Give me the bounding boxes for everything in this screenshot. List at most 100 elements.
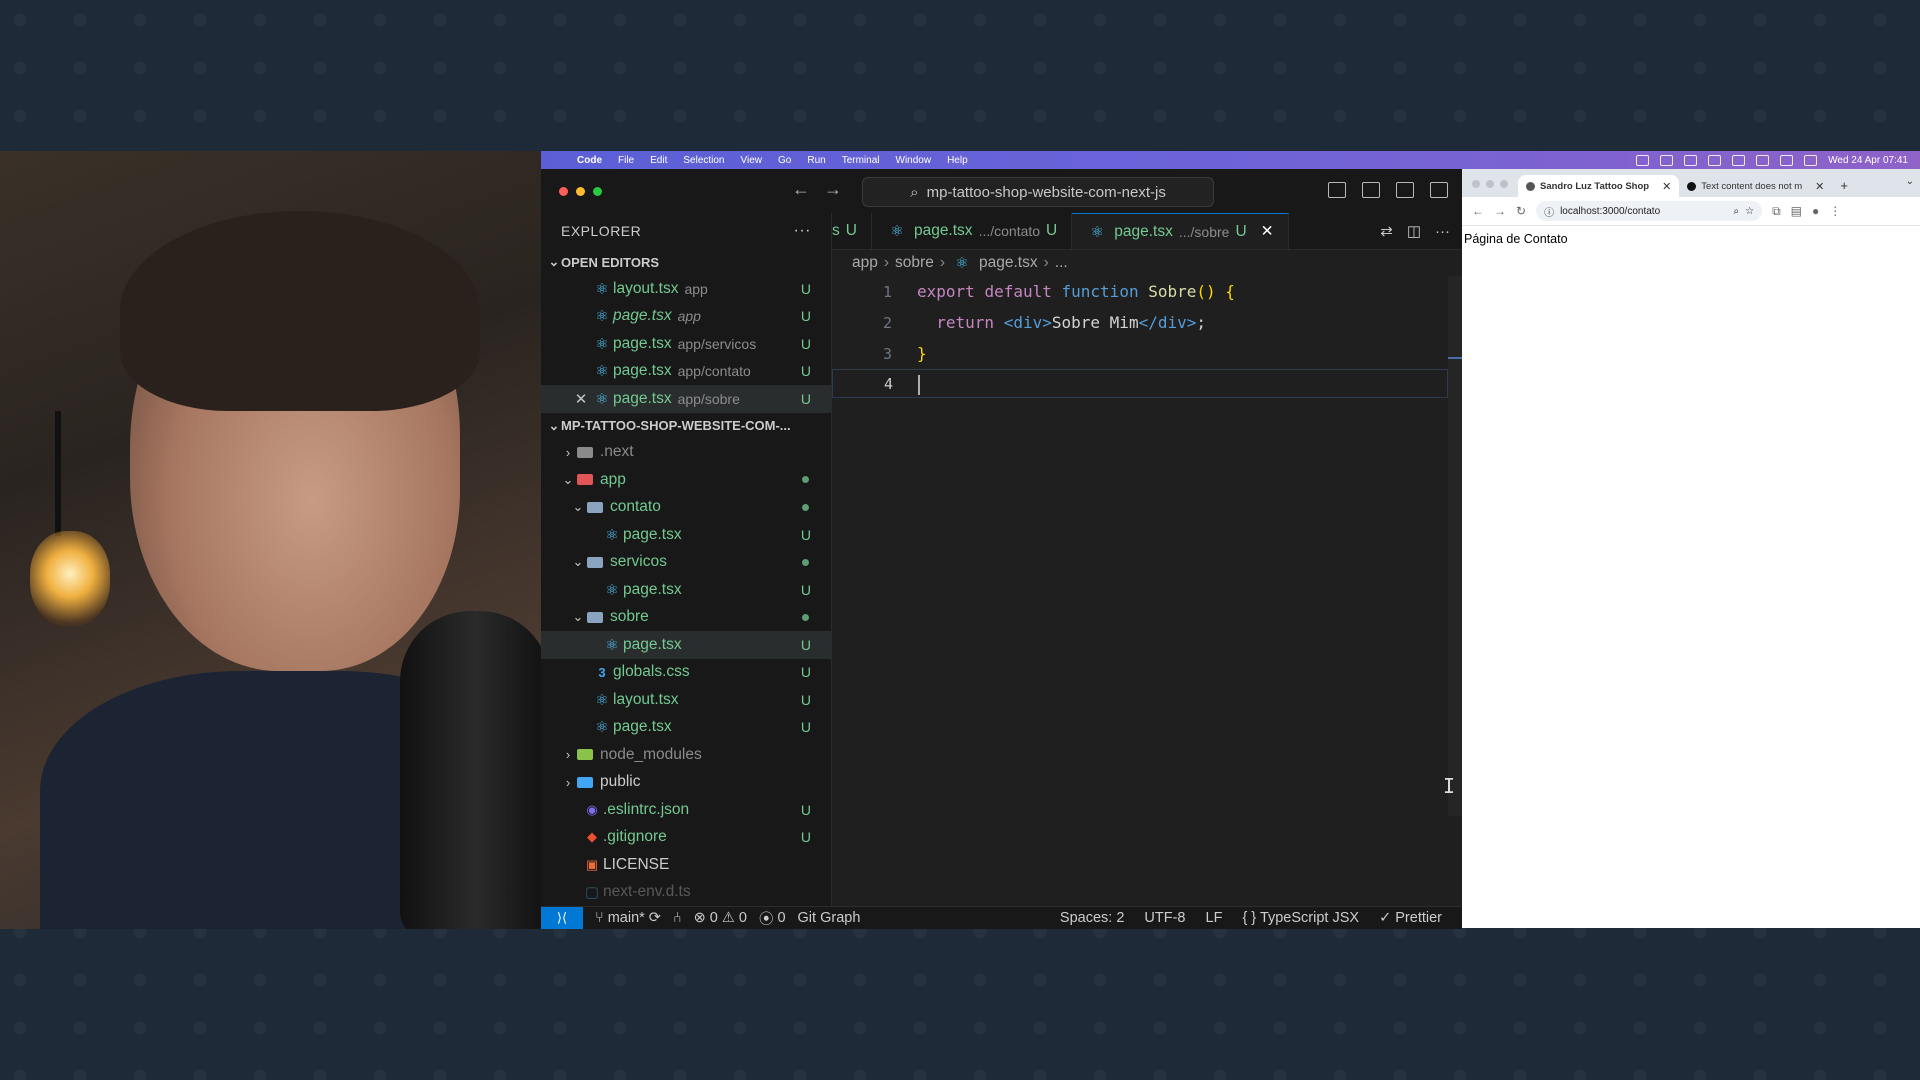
tree-file[interactable]: 3 globals.css U xyxy=(541,659,831,687)
eol-indicator[interactable]: LF xyxy=(1206,910,1223,926)
menu-file[interactable]: File xyxy=(618,155,634,166)
open-changes-icon[interactable]: ⇄ xyxy=(1380,222,1393,240)
status-icon[interactable] xyxy=(1660,154,1674,166)
tree-file-active[interactable]: ⚛ page.tsx U xyxy=(541,631,831,659)
sync-icon[interactable]: ⟳ xyxy=(649,910,661,926)
tree-file[interactable]: ⚛ layout.tsx U xyxy=(541,686,831,714)
status-icon[interactable] xyxy=(1708,154,1722,166)
code-line[interactable]: 1 export default function Sobre() { xyxy=(832,276,1462,307)
more-actions-icon[interactable]: ··· xyxy=(794,222,811,240)
open-editors-section[interactable]: ⌄ OPEN EDITORS xyxy=(541,249,831,275)
tree-file[interactable]: ▢ next-env.d.ts xyxy=(541,879,831,907)
menu-help[interactable]: Help xyxy=(947,155,968,166)
command-center[interactable]: ⌕ mp-tattoo-shop-website-com-next-js xyxy=(862,177,1214,207)
menu-terminal[interactable]: Terminal xyxy=(842,155,880,166)
tree-folder-contato[interactable]: ⌄ contato xyxy=(541,494,831,522)
menu-run[interactable]: Run xyxy=(807,155,825,166)
tree-folder-app[interactable]: ⌄ app xyxy=(541,466,831,494)
menubar-clock[interactable]: Wed 24 Apr 07:41 xyxy=(1828,155,1908,166)
indentation-indicator[interactable]: Spaces: 2 xyxy=(1060,910,1125,926)
close-window-button[interactable] xyxy=(559,186,568,196)
open-editor-item-active[interactable]: ✕ ⚛ page.tsx app/sobre U xyxy=(541,385,831,413)
maximize-window-button[interactable] xyxy=(593,186,602,196)
breadcrumb-item[interactable]: sobre xyxy=(895,254,934,272)
zoom-icon[interactable]: ⌕ xyxy=(1733,206,1739,217)
back-arrow-icon[interactable]: ← xyxy=(1472,204,1484,218)
tab-truncated[interactable]: s U xyxy=(832,213,872,249)
tree-file[interactable]: ▣ LICENSE xyxy=(541,851,831,879)
open-editor-item[interactable]: ⚛ page.tsx app U xyxy=(541,303,831,331)
ports-indicator[interactable]: ⦿ 0 xyxy=(759,908,786,929)
menu-selection[interactable]: Selection xyxy=(683,155,724,166)
breadcrumb-item[interactable]: app xyxy=(852,254,878,272)
tree-folder-servicos[interactable]: ⌄ servicos xyxy=(541,549,831,577)
forward-arrow-icon[interactable]: → xyxy=(1494,204,1506,218)
close-icon[interactable]: ✕ xyxy=(1261,222,1274,241)
more-actions-icon[interactable]: ··· xyxy=(1435,223,1450,240)
git-graph-button[interactable]: Git Graph xyxy=(798,910,861,926)
status-icon[interactable] xyxy=(1684,154,1698,166)
reload-icon[interactable]: ↻ xyxy=(1516,204,1526,218)
menu-code[interactable]: Code xyxy=(577,155,602,166)
project-section[interactable]: ⌄ MP-TATTOO-SHOP-WEBSITE-COM-... xyxy=(541,413,831,439)
code-line-current[interactable]: 4 xyxy=(832,369,1448,398)
split-editor-icon[interactable]: ◫ xyxy=(1407,222,1421,240)
volume-icon[interactable] xyxy=(1732,154,1746,166)
status-icon[interactable] xyxy=(1636,154,1650,166)
tree-file[interactable]: ⚛ page.tsx U xyxy=(541,714,831,742)
tab-contato[interactable]: ⚛ page.tsx .../contato U xyxy=(872,213,1073,249)
menu-go[interactable]: Go xyxy=(778,155,791,166)
breadcrumb-item[interactable]: page.tsx xyxy=(979,254,1038,272)
toggle-sidebar-icon[interactable] xyxy=(1328,182,1346,198)
site-info-icon[interactable]: ⓘ xyxy=(1544,204,1554,219)
minimize-window-button[interactable] xyxy=(1486,180,1494,188)
minimize-window-button[interactable] xyxy=(576,186,585,196)
tree-file[interactable]: ◉ .eslintrc.json U xyxy=(541,796,831,824)
forward-arrow-icon[interactable]: → xyxy=(824,179,842,200)
side-panel-icon[interactable]: ▤ xyxy=(1791,204,1802,218)
address-bar[interactable]: ⓘ localhost:3000/contato ⌕ ☆ xyxy=(1536,201,1763,221)
menu-edit[interactable]: Edit xyxy=(650,155,667,166)
browser-tab-active[interactable]: Sandro Luz Tattoo Shop ✕ xyxy=(1518,175,1680,197)
close-icon[interactable]: ✕ xyxy=(571,390,591,408)
code-line[interactable]: 3 } xyxy=(832,338,1462,369)
open-editor-item[interactable]: ⚛ page.tsx app/contato U xyxy=(541,358,831,386)
menu-view[interactable]: View xyxy=(741,155,763,166)
customize-layout-icon[interactable] xyxy=(1430,182,1448,198)
tab-search-icon[interactable]: ⌄ xyxy=(1906,176,1914,187)
chrome-menu-icon[interactable]: ⋮ xyxy=(1829,204,1841,218)
new-tab-icon[interactable]: + xyxy=(1832,178,1856,197)
problems-indicator[interactable]: ⊗ 0 ⚠ 0 xyxy=(694,910,747,926)
encoding-indicator[interactable]: UTF-8 xyxy=(1144,910,1185,926)
browser-tab[interactable]: Text content does not m ✕ xyxy=(1679,175,1832,197)
breadcrumb-item[interactable]: ... xyxy=(1055,254,1068,272)
code-line[interactable]: 2 return <div>Sobre Mim</div>; xyxy=(832,307,1462,338)
branch-indicator[interactable]: ⑂ main* ⟳ xyxy=(595,910,661,926)
tree-file[interactable]: ◆ .gitignore U xyxy=(541,824,831,852)
back-arrow-icon[interactable]: ← xyxy=(792,179,810,200)
tree-file[interactable]: ⚛ page.tsx U xyxy=(541,576,831,604)
language-indicator[interactable]: { } TypeScript JSX xyxy=(1242,910,1359,926)
remote-indicator-icon[interactable]: ⟩⟨ xyxy=(541,907,583,929)
battery-icon[interactable] xyxy=(1756,154,1770,166)
close-tab-icon[interactable]: ✕ xyxy=(1815,180,1824,193)
open-editor-item[interactable]: ⚛ page.tsx app/servicos U xyxy=(541,330,831,358)
extensions-icon[interactable]: ⧉ xyxy=(1772,204,1781,219)
open-editor-item[interactable]: ⚛ layout.tsx app U xyxy=(541,275,831,303)
maximize-window-button[interactable] xyxy=(1500,180,1508,188)
profile-avatar[interactable]: ● xyxy=(1812,204,1819,218)
menu-window[interactable]: Window xyxy=(896,155,932,166)
close-window-button[interactable] xyxy=(1472,180,1480,188)
tab-sobre[interactable]: ⚛ page.tsx .../sobre U ✕ xyxy=(1072,213,1289,249)
tree-folder-node-modules[interactable]: › node_modules xyxy=(541,741,831,769)
toggle-secondary-sidebar-icon[interactable] xyxy=(1396,182,1414,198)
git-actions-icon[interactable]: ⑃ xyxy=(673,910,682,926)
bookmark-star-icon[interactable]: ☆ xyxy=(1745,206,1754,217)
prettier-indicator[interactable]: ✓ Prettier xyxy=(1379,910,1442,926)
search-icon[interactable] xyxy=(1804,154,1818,166)
toggle-panel-icon[interactable] xyxy=(1362,182,1380,198)
tree-folder-next[interactable]: › .next xyxy=(541,439,831,467)
wifi-icon[interactable] xyxy=(1780,154,1794,166)
code-editor[interactable]: 1 export default function Sobre() { 2 re… xyxy=(832,276,1462,906)
tree-folder-public[interactable]: › public xyxy=(541,769,831,797)
